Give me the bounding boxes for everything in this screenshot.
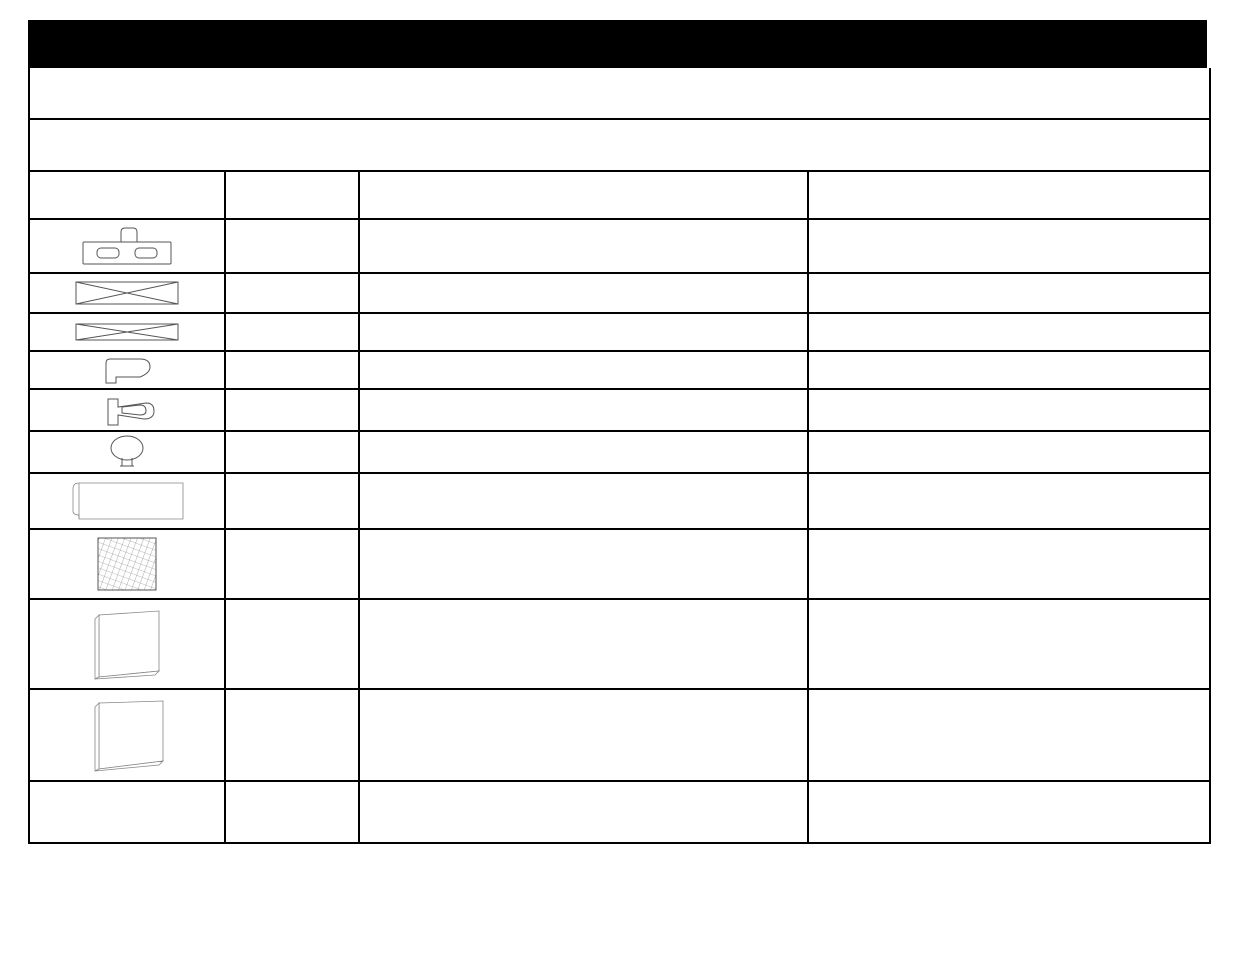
col-header-3 <box>360 172 809 218</box>
part-illustration-cell <box>30 314 226 350</box>
cell <box>360 530 809 598</box>
cell <box>809 530 1209 598</box>
col-header-1 <box>30 172 226 218</box>
table-row <box>30 352 1209 390</box>
cell <box>809 432 1209 472</box>
cell <box>360 474 809 528</box>
cell <box>809 352 1209 388</box>
part-illustration-cell <box>30 274 226 312</box>
table-header-row-2 <box>30 120 1209 172</box>
cell <box>226 432 360 472</box>
table-row <box>30 474 1209 530</box>
cell <box>360 274 809 312</box>
gasket-b-icon <box>92 393 162 427</box>
part-illustration-cell <box>30 782 226 842</box>
table-row <box>30 530 1209 600</box>
part-illustration-cell <box>30 352 226 388</box>
table-title-1 <box>30 68 1209 118</box>
glass-panel-a-icon <box>87 605 167 683</box>
part-illustration-cell <box>30 474 226 528</box>
cell <box>809 600 1209 688</box>
panel-bracket-icon <box>67 477 187 525</box>
parts-table <box>28 68 1211 844</box>
mesh-panel-icon <box>94 534 160 594</box>
glass-panel-b-icon <box>85 695 169 775</box>
cell <box>226 352 360 388</box>
cell <box>809 314 1209 350</box>
cell <box>360 690 809 780</box>
part-illustration-cell <box>30 432 226 472</box>
cell <box>226 690 360 780</box>
table-row <box>30 274 1209 314</box>
part-illustration-cell <box>30 220 226 272</box>
part-illustration-cell <box>30 600 226 688</box>
cell <box>226 390 360 430</box>
table-row <box>30 782 1209 842</box>
cell <box>360 600 809 688</box>
cell <box>360 782 809 842</box>
part-illustration-cell <box>30 390 226 430</box>
gasket-a-icon <box>92 355 162 385</box>
table-column-header-row <box>30 172 1209 220</box>
title-bar <box>28 20 1207 68</box>
crossed-rect-icon <box>72 278 182 308</box>
part-illustration-cell <box>30 530 226 598</box>
table-row <box>30 314 1209 352</box>
table-header-row-1 <box>30 68 1209 120</box>
hinge-bracket-icon <box>77 224 177 268</box>
cell <box>809 274 1209 312</box>
table-row <box>30 690 1209 782</box>
cell <box>226 274 360 312</box>
table-row <box>30 220 1209 274</box>
cell <box>809 782 1209 842</box>
cell <box>226 530 360 598</box>
table-title-2 <box>30 120 1209 170</box>
cell <box>809 474 1209 528</box>
cell <box>360 314 809 350</box>
col-header-2 <box>226 172 360 218</box>
cell <box>809 220 1209 272</box>
cell <box>226 474 360 528</box>
page <box>0 0 1235 954</box>
cell <box>809 390 1209 430</box>
cell <box>360 352 809 388</box>
cell <box>360 390 809 430</box>
cell <box>226 782 360 842</box>
col-header-4 <box>809 172 1209 218</box>
cell <box>809 690 1209 780</box>
table-row <box>30 432 1209 474</box>
cell <box>360 432 809 472</box>
table-row <box>30 390 1209 432</box>
crossed-rect-thin-icon <box>72 320 182 344</box>
bulb-seal-icon <box>102 434 152 470</box>
table-row <box>30 600 1209 690</box>
cell <box>226 314 360 350</box>
cell <box>226 600 360 688</box>
part-illustration-cell <box>30 690 226 780</box>
cell <box>360 220 809 272</box>
cell <box>226 220 360 272</box>
